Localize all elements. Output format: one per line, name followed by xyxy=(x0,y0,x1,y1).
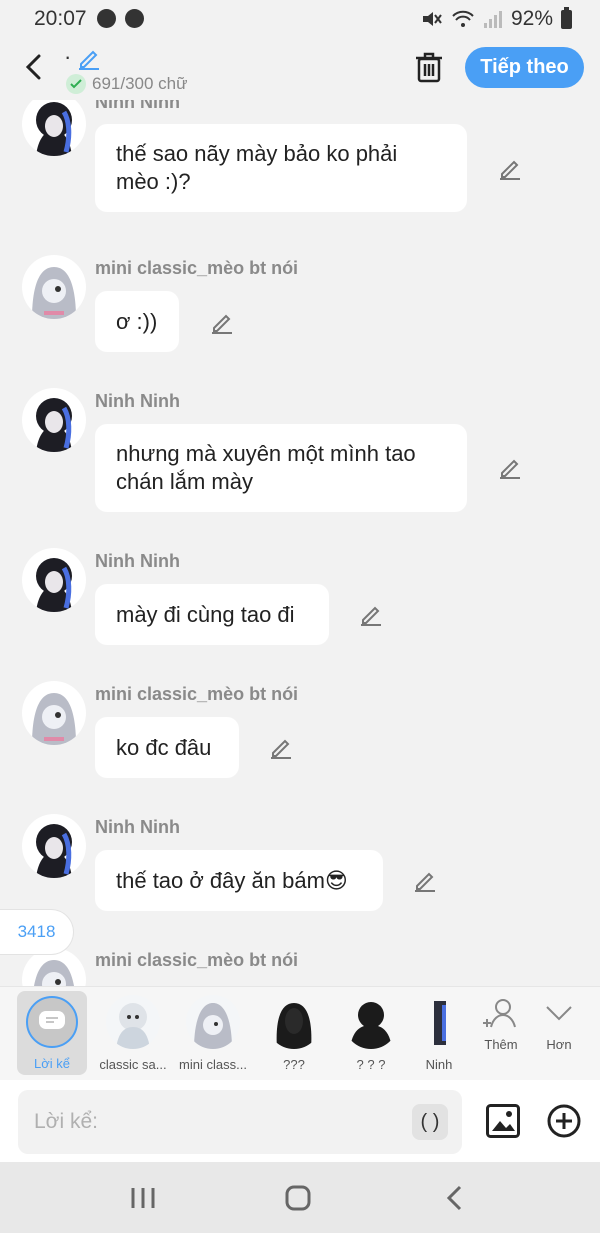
more-label: Hơn xyxy=(546,1037,572,1052)
check-icon xyxy=(66,74,86,94)
add-icon[interactable] xyxy=(547,1104,581,1138)
narrator-avatar xyxy=(26,996,78,1048)
sender-name: Ninh Ninh xyxy=(95,817,180,837)
edit-icon[interactable] xyxy=(412,867,438,893)
add-character-button[interactable]: Thêm xyxy=(476,995,526,1052)
avatar[interactable] xyxy=(22,814,86,878)
edit-icon[interactable] xyxy=(209,309,235,335)
character-option[interactable]: mini class... xyxy=(176,987,250,1081)
character-avatar xyxy=(420,995,458,1049)
edit-icon[interactable] xyxy=(358,601,384,627)
image-icon[interactable] xyxy=(486,1104,520,1138)
input-area: ( ) xyxy=(0,1080,600,1162)
story-title[interactable]: · xyxy=(64,44,71,70)
sender-name: Ninh Ninh xyxy=(95,551,180,571)
home-icon[interactable] xyxy=(284,1184,314,1212)
character-avatar xyxy=(106,995,160,1049)
avatar[interactable] xyxy=(22,255,86,319)
character-name: mini class... xyxy=(179,1057,247,1072)
message-bubble[interactable]: ơ :)) xyxy=(95,291,179,352)
account-icon xyxy=(125,9,144,28)
character-avatar xyxy=(344,995,398,1049)
avatar[interactable] xyxy=(22,681,86,745)
character-avatar xyxy=(186,995,240,1049)
status-right: 92% xyxy=(421,6,572,31)
character-name: classic sa... xyxy=(99,1057,167,1072)
add-person-icon xyxy=(483,999,516,1028)
more-button[interactable]: Hơn xyxy=(534,995,584,1052)
message-bubble[interactable]: mày đi cùng tao đi xyxy=(95,584,329,645)
character-avatar xyxy=(267,995,321,1049)
character-option[interactable]: ? ? ? xyxy=(336,987,406,1081)
sender-name: mini classic_mèo bt nói xyxy=(95,950,299,970)
message-line: thế sao nãy mày bảo ko phải xyxy=(116,141,398,166)
chevron-down-icon xyxy=(546,1006,572,1021)
avatar[interactable] xyxy=(22,100,86,156)
message-line: thế tao ở đây ăn bám😎 xyxy=(116,867,348,893)
chevron-left-icon xyxy=(25,54,41,80)
top-bar: · 691/300 chữ Tiếp theo xyxy=(0,38,600,100)
back-button[interactable] xyxy=(18,50,48,84)
narrator-label: Lời kể xyxy=(34,1056,70,1071)
sender-name: Ninh Ninh xyxy=(95,391,180,411)
avatar[interactable] xyxy=(22,548,86,612)
status-bar: 20:07 92% xyxy=(0,0,600,38)
messenger-icon xyxy=(97,9,116,28)
input-box: ( ) xyxy=(18,1090,462,1154)
recent-apps-icon[interactable] xyxy=(128,1184,158,1212)
mute-icon xyxy=(422,12,442,26)
wifi-icon xyxy=(452,10,474,27)
system-nav-bar xyxy=(0,1162,600,1233)
message-line: chán lắm mày xyxy=(116,469,253,494)
character-name: ??? xyxy=(283,1057,305,1072)
message-bubble[interactable]: ko đc đâu xyxy=(95,717,239,778)
trash-icon[interactable] xyxy=(414,50,444,84)
message-bubble[interactable]: nhưng mà xuyên một mình tao chán lắm mày xyxy=(95,424,467,512)
character-option[interactable]: classic sa... xyxy=(96,987,170,1081)
signal-icon xyxy=(483,11,502,28)
sender-name: Ninh Ninh xyxy=(95,100,180,112)
battery-icon xyxy=(561,6,572,29)
sender-name: mini classic_mèo bt nói xyxy=(95,684,299,704)
message-line: ko đc đâu xyxy=(116,734,212,760)
avatar[interactable] xyxy=(22,388,86,452)
edit-icon[interactable] xyxy=(268,734,294,760)
sender-name: mini classic_mèo bt nói xyxy=(95,258,299,278)
narrator-icon xyxy=(39,1011,65,1029)
narrator-option[interactable]: Lời kể xyxy=(17,991,87,1075)
chat-area: Ninh Ninh thế sao nãy mày bảo ko phải mè… xyxy=(0,100,600,986)
edit-icon[interactable] xyxy=(497,454,523,480)
edit-icon[interactable] xyxy=(497,155,523,181)
character-option[interactable]: ??? xyxy=(259,987,329,1081)
character-name: Ninh xyxy=(425,1057,453,1072)
word-counter-badge[interactable]: 3418 xyxy=(0,909,74,955)
battery-percent: 92% xyxy=(510,7,553,30)
message-line: mèo :)? xyxy=(116,169,191,194)
back-nav-icon[interactable] xyxy=(442,1184,472,1212)
message-bubble[interactable]: thế sao nãy mày bảo ko phải mèo :)? xyxy=(95,124,467,212)
message-line: mày đi cùng tao đi xyxy=(116,601,295,627)
char-count: 691/300 chữ xyxy=(92,74,188,93)
status-time: 20:07 xyxy=(34,7,87,30)
message-bubble[interactable]: thế tao ở đây ăn bám😎 xyxy=(95,850,383,911)
character-option[interactable]: Ninh xyxy=(420,987,458,1081)
parenthesis-button[interactable]: ( ) xyxy=(412,1104,448,1140)
next-button[interactable]: Tiếp theo xyxy=(465,47,584,88)
message-line: nhưng mà xuyên một mình tao xyxy=(116,441,416,466)
message-input[interactable] xyxy=(34,1090,404,1154)
message-line: ơ :)) xyxy=(116,308,158,334)
edit-title-icon[interactable] xyxy=(76,45,102,71)
add-character-label: Thêm xyxy=(484,1037,518,1052)
character-bar: Lời kể classic sa... mini class... ??? ?… xyxy=(0,986,600,1080)
char-count-row: 691/300 chữ xyxy=(66,74,188,94)
character-name: ? ? ? xyxy=(356,1057,386,1072)
